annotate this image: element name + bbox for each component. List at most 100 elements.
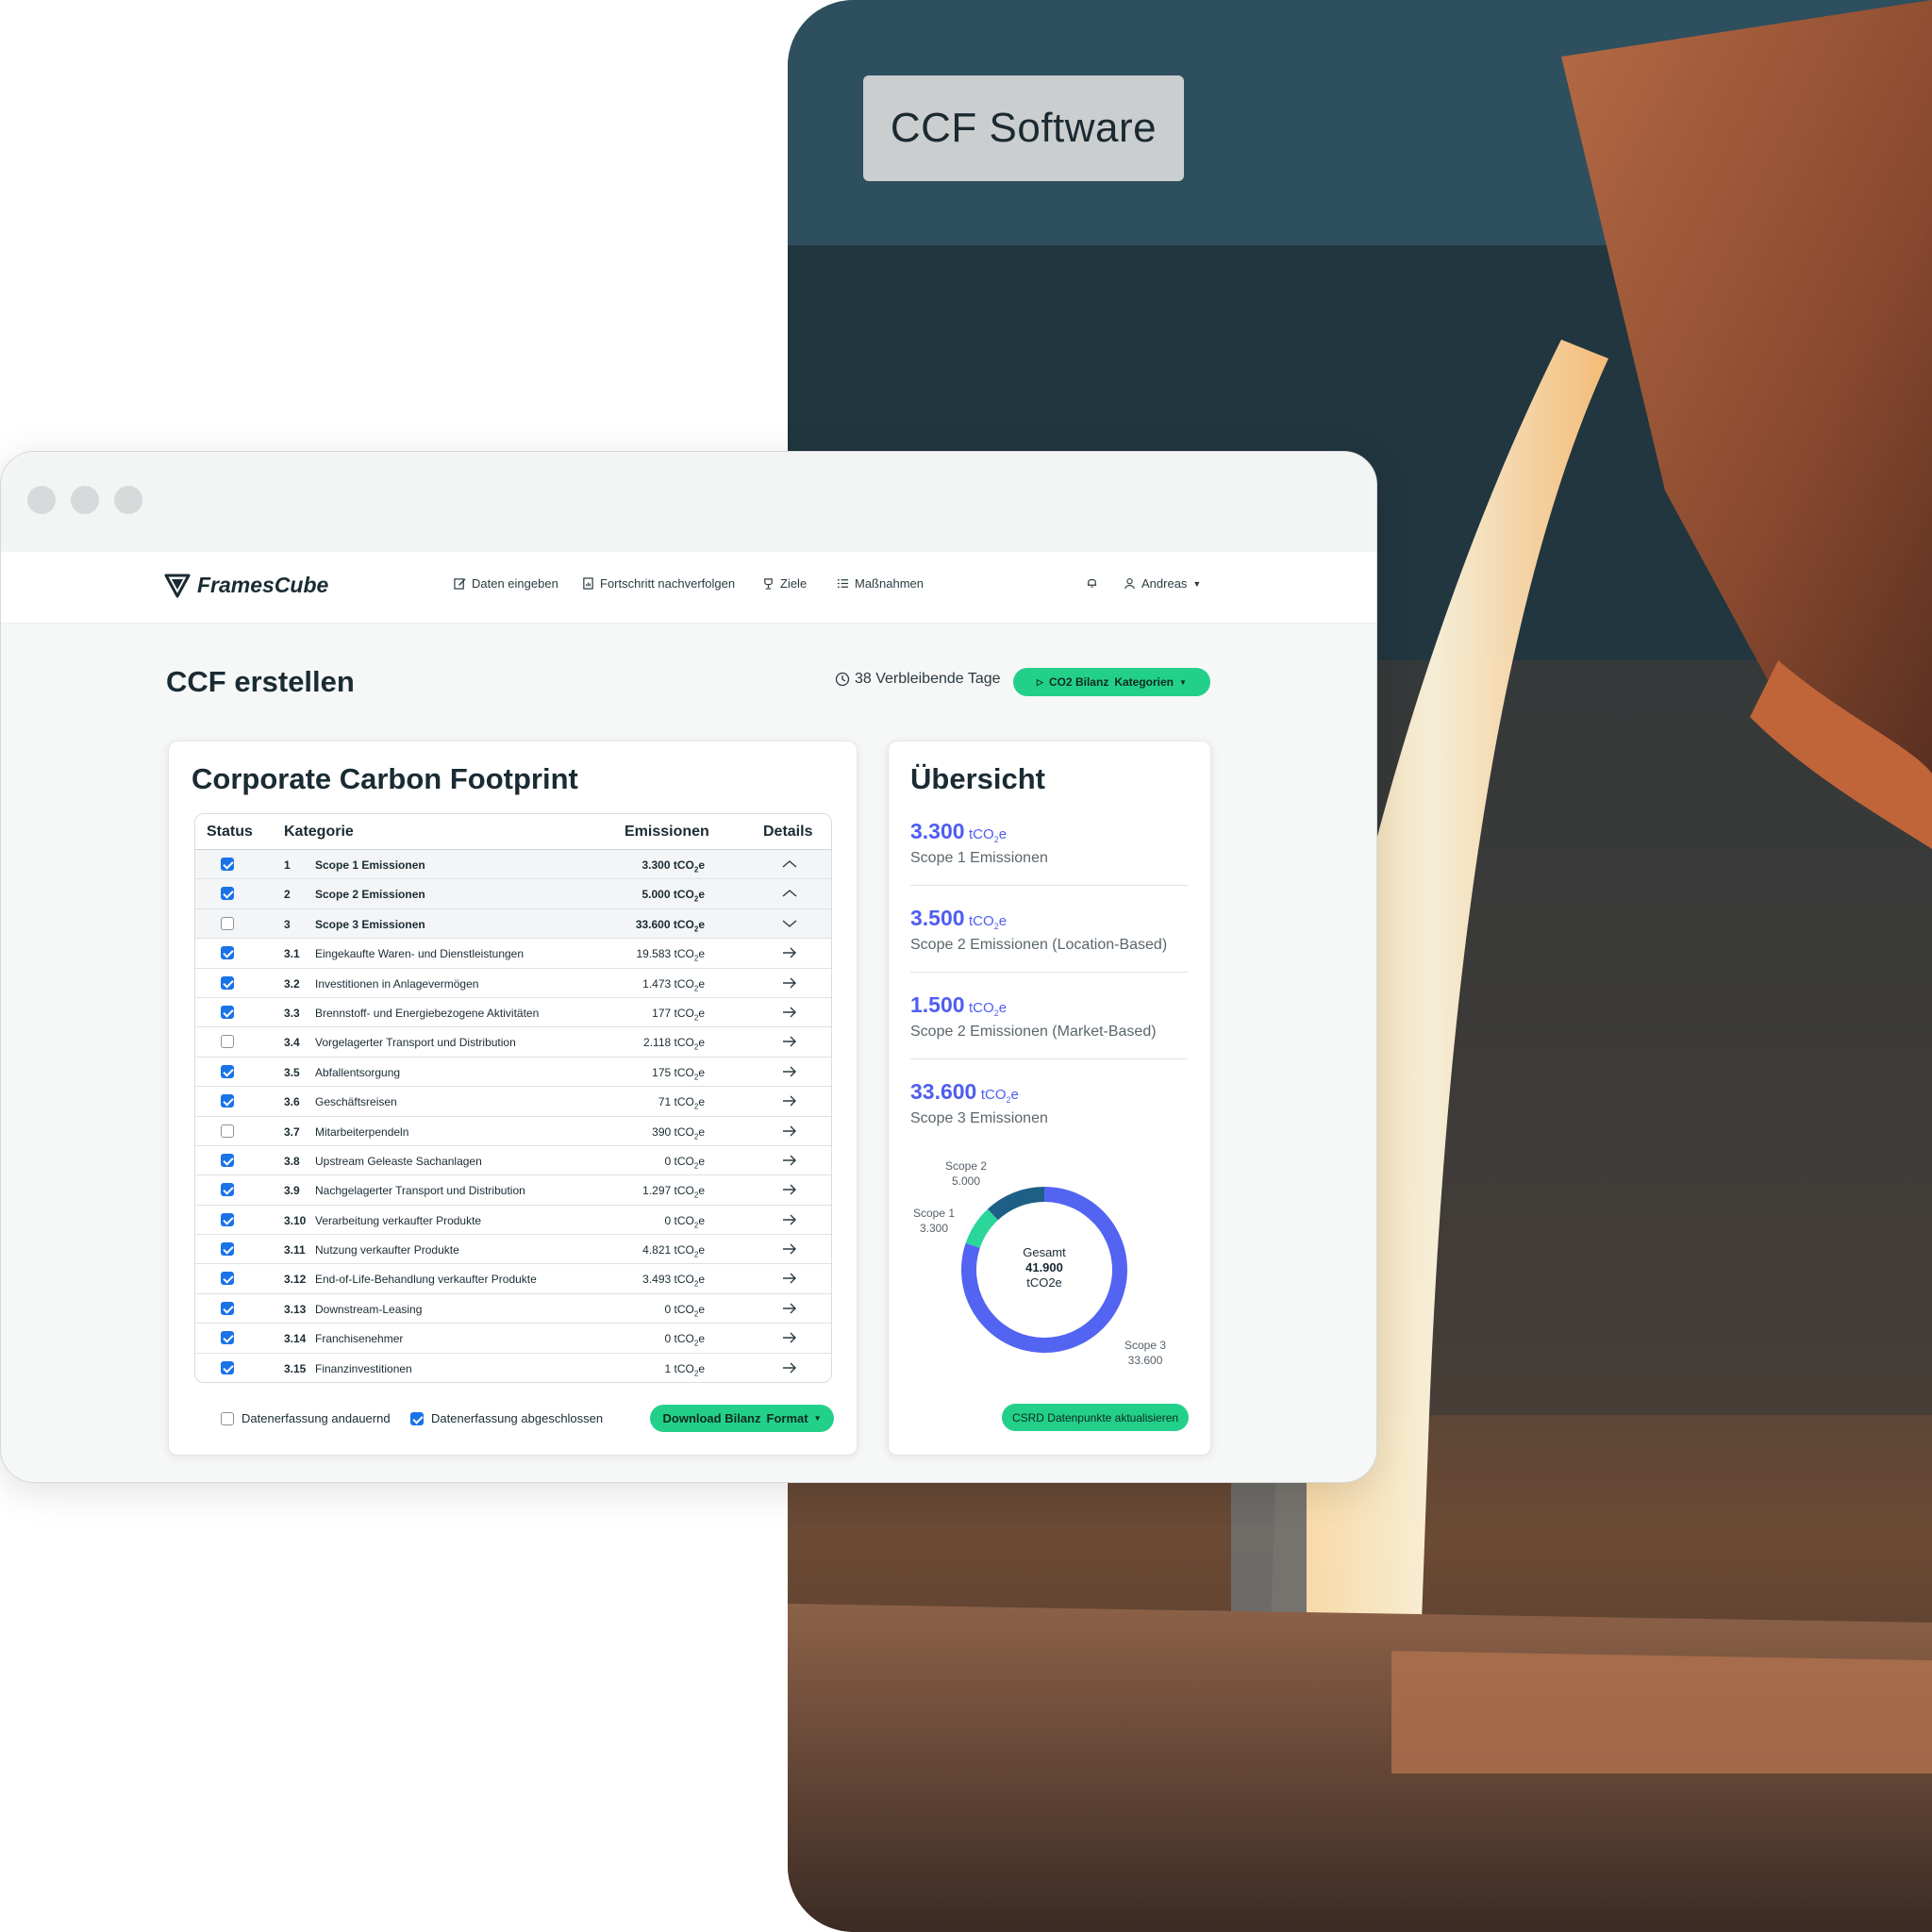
nav-daten-eingeben[interactable]: Daten eingeben: [454, 576, 558, 591]
co2-bilanz-button[interactable]: ▷ CO2 Bilanz Kategorien ▼: [1013, 668, 1210, 696]
nav-fortschritt-nachverfolgen[interactable]: Fortschritt nachverfolgen: [582, 576, 735, 591]
chevron-up-icon[interactable]: [780, 857, 799, 872]
arrow-right-icon[interactable]: [780, 1182, 799, 1197]
arrow-right-icon[interactable]: [780, 1005, 799, 1020]
arrow-right-icon[interactable]: [780, 1212, 799, 1227]
download-bilanz-button[interactable]: Download Bilanz Format ▼: [650, 1405, 834, 1432]
row-number: 3.15: [284, 1361, 307, 1375]
row-status-checkbox[interactable]: [221, 1272, 234, 1286]
table-row[interactable]: 3.2 Investitionen in Anlagevermögen 1.473 …: [195, 969, 831, 998]
overview-card: Übersicht 3.300 tCO2e Scope 1 Emissionen…: [888, 741, 1211, 1456]
row-emissionen-unit: tCO2e: [671, 1302, 705, 1319]
donut-label-value: 33.600: [1127, 1354, 1163, 1367]
user-menu[interactable]: Andreas ▼: [1124, 576, 1201, 591]
table-row[interactable]: 3.1 Eingekaufte Waren- und Dienstleistung…: [195, 939, 831, 969]
row-status-checkbox[interactable]: [221, 975, 234, 990]
chevron-up-icon[interactable]: [780, 886, 799, 901]
checkbox-andauernd[interactable]: [221, 1411, 234, 1425]
table-row[interactable]: 1 Scope 1 Emissionen 3.300 tCO2e: [195, 850, 831, 880]
arrow-right-icon[interactable]: [780, 1301, 799, 1316]
framescube-logo[interactable]: FramesCube: [163, 571, 328, 599]
row-kategorie: Franchisenehmer: [315, 1332, 404, 1346]
table-row[interactable]: 3.10 Verarbeitung verkaufter Produkte 0 tC…: [195, 1206, 831, 1236]
checkbox-abgeschlossen[interactable]: [410, 1411, 424, 1425]
donut-center-label: Gesamt: [1023, 1245, 1066, 1259]
row-status-checkbox[interactable]: [221, 946, 234, 960]
table-row[interactable]: 3.15 Finanzinvestitionen 1 tCO2e: [195, 1354, 831, 1382]
row-number: 3.12: [284, 1273, 307, 1287]
datenerfassung-abgeschlossen[interactable]: Datenerfassung abgeschlossen: [410, 1411, 603, 1425]
row-status-checkbox[interactable]: [221, 1301, 234, 1315]
overview-divider: [910, 1058, 1188, 1059]
nav-ziele[interactable]: Ziele: [762, 576, 807, 591]
arrow-right-icon[interactable]: [780, 1124, 799, 1139]
table-row[interactable]: 3.4 Vorgelagerter Transport und Distribut…: [195, 1027, 831, 1058]
window-dot-minimize[interactable]: [71, 486, 99, 514]
row-status-checkbox[interactable]: [221, 1242, 234, 1257]
table-row[interactable]: 3.14 Franchisenehmer 0 tCO2e: [195, 1324, 831, 1354]
andauernd-label: Datenerfassung andauernd: [242, 1411, 391, 1425]
kategorien-dropdown[interactable]: Kategorien: [1114, 675, 1174, 689]
arrow-right-icon[interactable]: [780, 1093, 799, 1108]
row-status-checkbox[interactable]: [221, 1212, 234, 1226]
table-row[interactable]: 3.13 Downstream-Leasing 0 tCO2e: [195, 1294, 831, 1324]
row-status-checkbox[interactable]: [221, 1124, 234, 1138]
window-dot-maximize[interactable]: [114, 486, 142, 514]
arrow-right-icon[interactable]: [780, 1360, 799, 1375]
row-emissionen: 1.297 tCO2e: [642, 1184, 705, 1199]
row-status-checkbox[interactable]: [221, 1153, 234, 1167]
arrow-right-icon[interactable]: [780, 945, 799, 960]
arrow-right-icon[interactable]: [780, 1271, 799, 1286]
table-row[interactable]: 3.11 Nutzung verkaufter Produkte 4.821 tCO…: [195, 1235, 831, 1265]
arrow-right-icon[interactable]: [780, 1034, 799, 1049]
table-row[interactable]: 3.3 Brennstoff- und Energiebezogene Aktiv…: [195, 998, 831, 1028]
nav-label: Fortschritt nachverfolgen: [600, 576, 736, 591]
row-emissionen-unit: tCO2e: [671, 1095, 705, 1111]
row-status-checkbox[interactable]: [221, 1035, 234, 1049]
arrow-right-icon[interactable]: [780, 1153, 799, 1168]
datenerfassung-andauernd[interactable]: Datenerfassung andauernd: [221, 1411, 391, 1425]
chevron-down-icon[interactable]: [780, 916, 799, 931]
nav-massnahmen[interactable]: Maßnahmen: [837, 576, 924, 591]
row-kategorie: Verarbeitung verkaufter Produkte: [315, 1213, 482, 1227]
window-dot-close[interactable]: [27, 486, 56, 514]
row-status-checkbox[interactable]: [221, 1360, 234, 1374]
table-row[interactable]: 3.12 End-of-Life-Behandlung verkaufter Pr…: [195, 1264, 831, 1294]
row-emissionen-unit: tCO2e: [671, 1361, 705, 1378]
arrow-right-icon[interactable]: [780, 1064, 799, 1079]
table-row[interactable]: 3 Scope 3 Emissionen 33.600 tCO2e: [195, 908, 831, 940]
report-icon: [583, 577, 593, 590]
row-status-checkbox[interactable]: [221, 1183, 234, 1197]
donut-slice-scope-2[interactable]: [988, 1187, 1044, 1221]
row-status-checkbox[interactable]: [221, 916, 234, 930]
overview-title: Übersicht: [910, 762, 1045, 795]
donut-center: Gesamt 41.900 tCO2e: [997, 1245, 1091, 1291]
table-row[interactable]: 3.5 Abfallentsorgung 175 tCO2e: [195, 1058, 831, 1088]
row-emissionen: 2.118 tCO2e: [643, 1036, 705, 1051]
row-status-checkbox[interactable]: [221, 1005, 234, 1019]
arrow-right-icon[interactable]: [780, 1241, 799, 1257]
table-row[interactable]: 3.9 Nachgelagerter Transport und Distribu…: [195, 1175, 831, 1206]
table-row[interactable]: 3.7 Mitarbeiterpendeln 390 tCO2e: [195, 1117, 831, 1146]
arrow-right-icon[interactable]: [780, 975, 799, 991]
notifications-button[interactable]: [1086, 576, 1098, 589]
format-dropdown[interactable]: Format: [767, 1411, 808, 1425]
row-emissionen-unit: tCO2e: [671, 1065, 705, 1082]
row-status-checkbox[interactable]: [221, 1094, 234, 1108]
csrd-update-button[interactable]: CSRD Datenpunkte aktualisieren: [1002, 1404, 1189, 1431]
row-status-checkbox[interactable]: [221, 887, 234, 901]
row-emissionen: 33.600 tCO2e: [636, 918, 705, 933]
table-row[interactable]: 2 Scope 2 Emissionen 5.000 tCO2e: [195, 879, 831, 909]
row-kategorie: Scope 3 Emissionen: [315, 917, 425, 931]
row-status-checkbox[interactable]: [221, 858, 234, 871]
overview-scope3: 33.600 tCO2e Scope 3 Emissionen: [910, 1079, 1188, 1127]
table-row[interactable]: 3.8 Upstream Geleaste Sachanlagen 0 tCO2e: [195, 1146, 831, 1176]
row-status-checkbox[interactable]: [221, 1331, 234, 1345]
row-number: 3.1: [284, 947, 300, 961]
table-row[interactable]: 3.6 Geschäftsreisen 71 tCO2e: [195, 1087, 831, 1117]
overview-scope1: 3.300 tCO2e Scope 1 Emissionen: [910, 819, 1188, 867]
donut-slice-scope-1[interactable]: [965, 1208, 998, 1248]
overview-label: Scope 1 Emissionen: [910, 850, 1048, 866]
arrow-right-icon[interactable]: [780, 1330, 799, 1345]
row-status-checkbox[interactable]: [221, 1064, 234, 1078]
